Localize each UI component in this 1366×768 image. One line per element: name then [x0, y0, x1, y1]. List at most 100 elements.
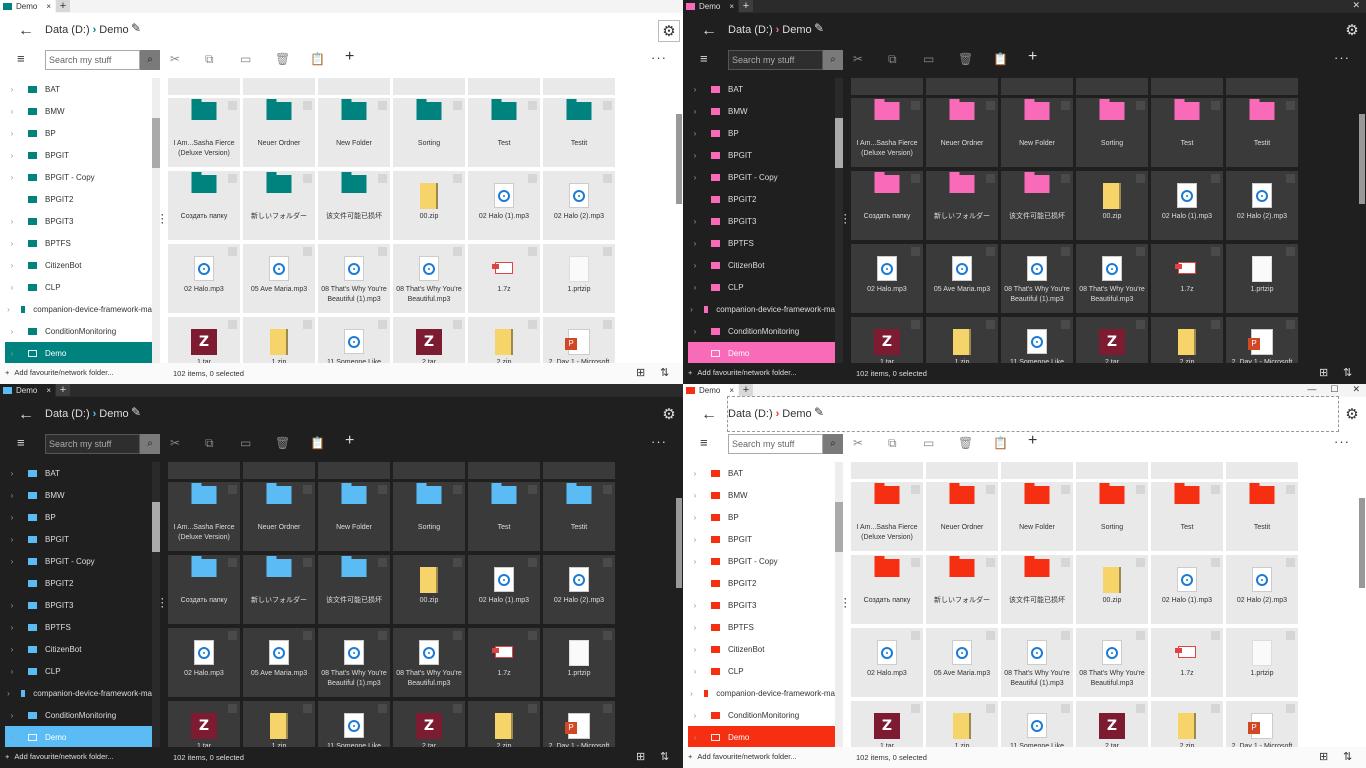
file-tile[interactable]: New Folder [1001, 482, 1073, 551]
select-checkbox[interactable] [228, 485, 237, 494]
select-checkbox[interactable] [453, 704, 462, 713]
file-tile[interactable]: 08 That's Why You're Beautiful (1).mp3 [1001, 244, 1073, 313]
file-tile[interactable]: 02 Halo (2).mp3 [1226, 555, 1298, 624]
tree-item[interactable]: ›BPGIT [5, 144, 152, 166]
tree-item[interactable]: ›BP [5, 122, 152, 144]
resize-grip-icon[interactable]: ··· [844, 597, 847, 609]
add-favourite-button[interactable]: +Add favourite/network folder... [5, 368, 114, 377]
select-checkbox[interactable] [1286, 101, 1295, 110]
tree-item[interactable]: ›CitizenBot [5, 638, 152, 660]
select-checkbox[interactable] [1061, 247, 1070, 256]
grid-view-icon[interactable]: ⊞ [636, 366, 645, 379]
select-checkbox[interactable] [1211, 174, 1220, 183]
sort-icon[interactable]: ⇅ [660, 366, 669, 379]
file-tile[interactable]: 02 Halo.mp3 [168, 628, 240, 697]
file-tile[interactable]: 该文件可能已损坏 [318, 171, 390, 240]
more-options-icon[interactable]: ··· [651, 50, 667, 65]
breadcrumb-folder[interactable]: Demo [99, 408, 128, 420]
select-checkbox[interactable] [1061, 485, 1070, 494]
plus-icon[interactable]: + [345, 432, 354, 450]
select-checkbox[interactable] [986, 704, 995, 713]
file-tile[interactable]: 11 Someone Like [318, 317, 390, 363]
file-tile[interactable]: Neuer Ordner [243, 482, 315, 551]
chevron-right-icon[interactable]: › [688, 283, 702, 292]
gear-icon[interactable]: ⚙ [658, 404, 680, 426]
tree-item[interactable]: ›BMW [688, 484, 835, 506]
file-tile[interactable]: 02 Halo (2).mp3 [543, 171, 615, 240]
select-checkbox[interactable] [528, 631, 537, 640]
chevron-right-icon[interactable]: › [5, 601, 19, 610]
back-arrow-icon[interactable]: ← [18, 22, 34, 40]
select-checkbox[interactable] [303, 247, 312, 256]
select-checkbox[interactable] [603, 247, 612, 256]
chevron-right-icon[interactable]: › [688, 491, 702, 500]
chevron-right-icon[interactable]: › [688, 129, 702, 138]
tree-item[interactable]: ›ConditionMonitoring [5, 320, 152, 342]
chevron-right-icon[interactable]: › [5, 217, 19, 226]
chevron-right-icon[interactable]: › [688, 217, 702, 226]
tree-item[interactable]: ›companion-device-framework-ma [688, 298, 835, 320]
select-checkbox[interactable] [303, 320, 312, 329]
select-checkbox[interactable] [303, 485, 312, 494]
select-checkbox[interactable] [986, 631, 995, 640]
tree-item[interactable]: ›BPGIT - Copy [688, 166, 835, 188]
tree-item[interactable]: ›CitizenBot [688, 254, 835, 276]
chevron-right-icon[interactable]: › [688, 305, 695, 314]
select-checkbox[interactable] [228, 558, 237, 567]
tree-item[interactable]: ›BAT [5, 462, 152, 484]
plus-icon[interactable]: + [1028, 48, 1037, 66]
select-checkbox[interactable] [1286, 247, 1295, 256]
file-tile[interactable]: 02 Halo.mp3 [851, 628, 923, 697]
select-checkbox[interactable] [1061, 631, 1070, 640]
select-checkbox[interactable] [303, 704, 312, 713]
file-tile[interactable]: I Am...Sasha Fierce (Deluxe Version) [851, 482, 923, 551]
tree-item[interactable]: BPGIT2 [688, 188, 835, 210]
select-checkbox[interactable] [1211, 704, 1220, 713]
select-checkbox[interactable] [986, 320, 995, 329]
select-checkbox[interactable] [528, 485, 537, 494]
select-checkbox[interactable] [1286, 631, 1295, 640]
search-icon[interactable]: ⌕ [823, 434, 843, 454]
tree-item[interactable]: ›BAT [688, 462, 835, 484]
close-tab-icon[interactable]: × [46, 2, 51, 11]
grid-view-icon[interactable]: ⊞ [636, 750, 645, 763]
close-window-button[interactable]: ✕ [1352, 0, 1360, 11]
chevron-right-icon[interactable]: › [5, 173, 19, 182]
scrollbar-thumb[interactable] [835, 502, 843, 552]
file-tile[interactable]: 08 That's Why You're Beautiful.mp3 [393, 244, 465, 313]
cut-icon[interactable]: ✂ [170, 436, 180, 450]
grid-scrollbar[interactable] [1358, 462, 1366, 747]
file-tile[interactable]: 该文件可能已损坏 [318, 555, 390, 624]
file-tile[interactable]: Sorting [1076, 482, 1148, 551]
file-tile[interactable]: 02 Halo (2).mp3 [1226, 171, 1298, 240]
file-tile[interactable]: 该文件可能已损坏 [1001, 171, 1073, 240]
scrollbar-thumb[interactable] [676, 114, 682, 204]
file-tile[interactable]: 05 Ave Maria.mp3 [926, 244, 998, 313]
chevron-right-icon[interactable]: › [5, 733, 19, 742]
select-checkbox[interactable] [911, 631, 920, 640]
paste-icon[interactable]: 📋 [310, 52, 325, 66]
more-options-icon[interactable]: ··· [1334, 50, 1350, 65]
resize-grip-icon[interactable]: ··· [844, 213, 847, 225]
tree-item[interactable]: ›BMW [5, 484, 152, 506]
search-icon[interactable]: ⌕ [140, 50, 160, 70]
grid-view-icon[interactable]: ⊞ [1319, 366, 1328, 379]
select-checkbox[interactable] [1211, 485, 1220, 494]
select-checkbox[interactable] [603, 101, 612, 110]
chevron-right-icon[interactable]: › [688, 711, 702, 720]
search-icon[interactable]: ⌕ [140, 434, 160, 454]
file-tile[interactable]: Test [468, 98, 540, 167]
file-tile[interactable]: Создать папку [168, 555, 240, 624]
tree-item[interactable]: ›BPGIT3 [688, 210, 835, 232]
tree-item[interactable]: ›CitizenBot [688, 638, 835, 660]
tab-demo[interactable]: Demo× [0, 0, 55, 13]
file-tile[interactable]: 新しいフォルダー [243, 555, 315, 624]
file-tile[interactable]: Z1.tar [851, 701, 923, 747]
trash-icon[interactable]: 🗑 [275, 436, 290, 450]
minimize-button[interactable]: — [1307, 384, 1316, 395]
paste-icon[interactable]: 📋 [310, 436, 325, 450]
chevron-right-icon[interactable]: › [5, 239, 19, 248]
file-tile[interactable]: Z2.tar [1076, 317, 1148, 363]
file-tile[interactable]: New Folder [318, 98, 390, 167]
tree-item[interactable]: BPGIT2 [5, 572, 152, 594]
